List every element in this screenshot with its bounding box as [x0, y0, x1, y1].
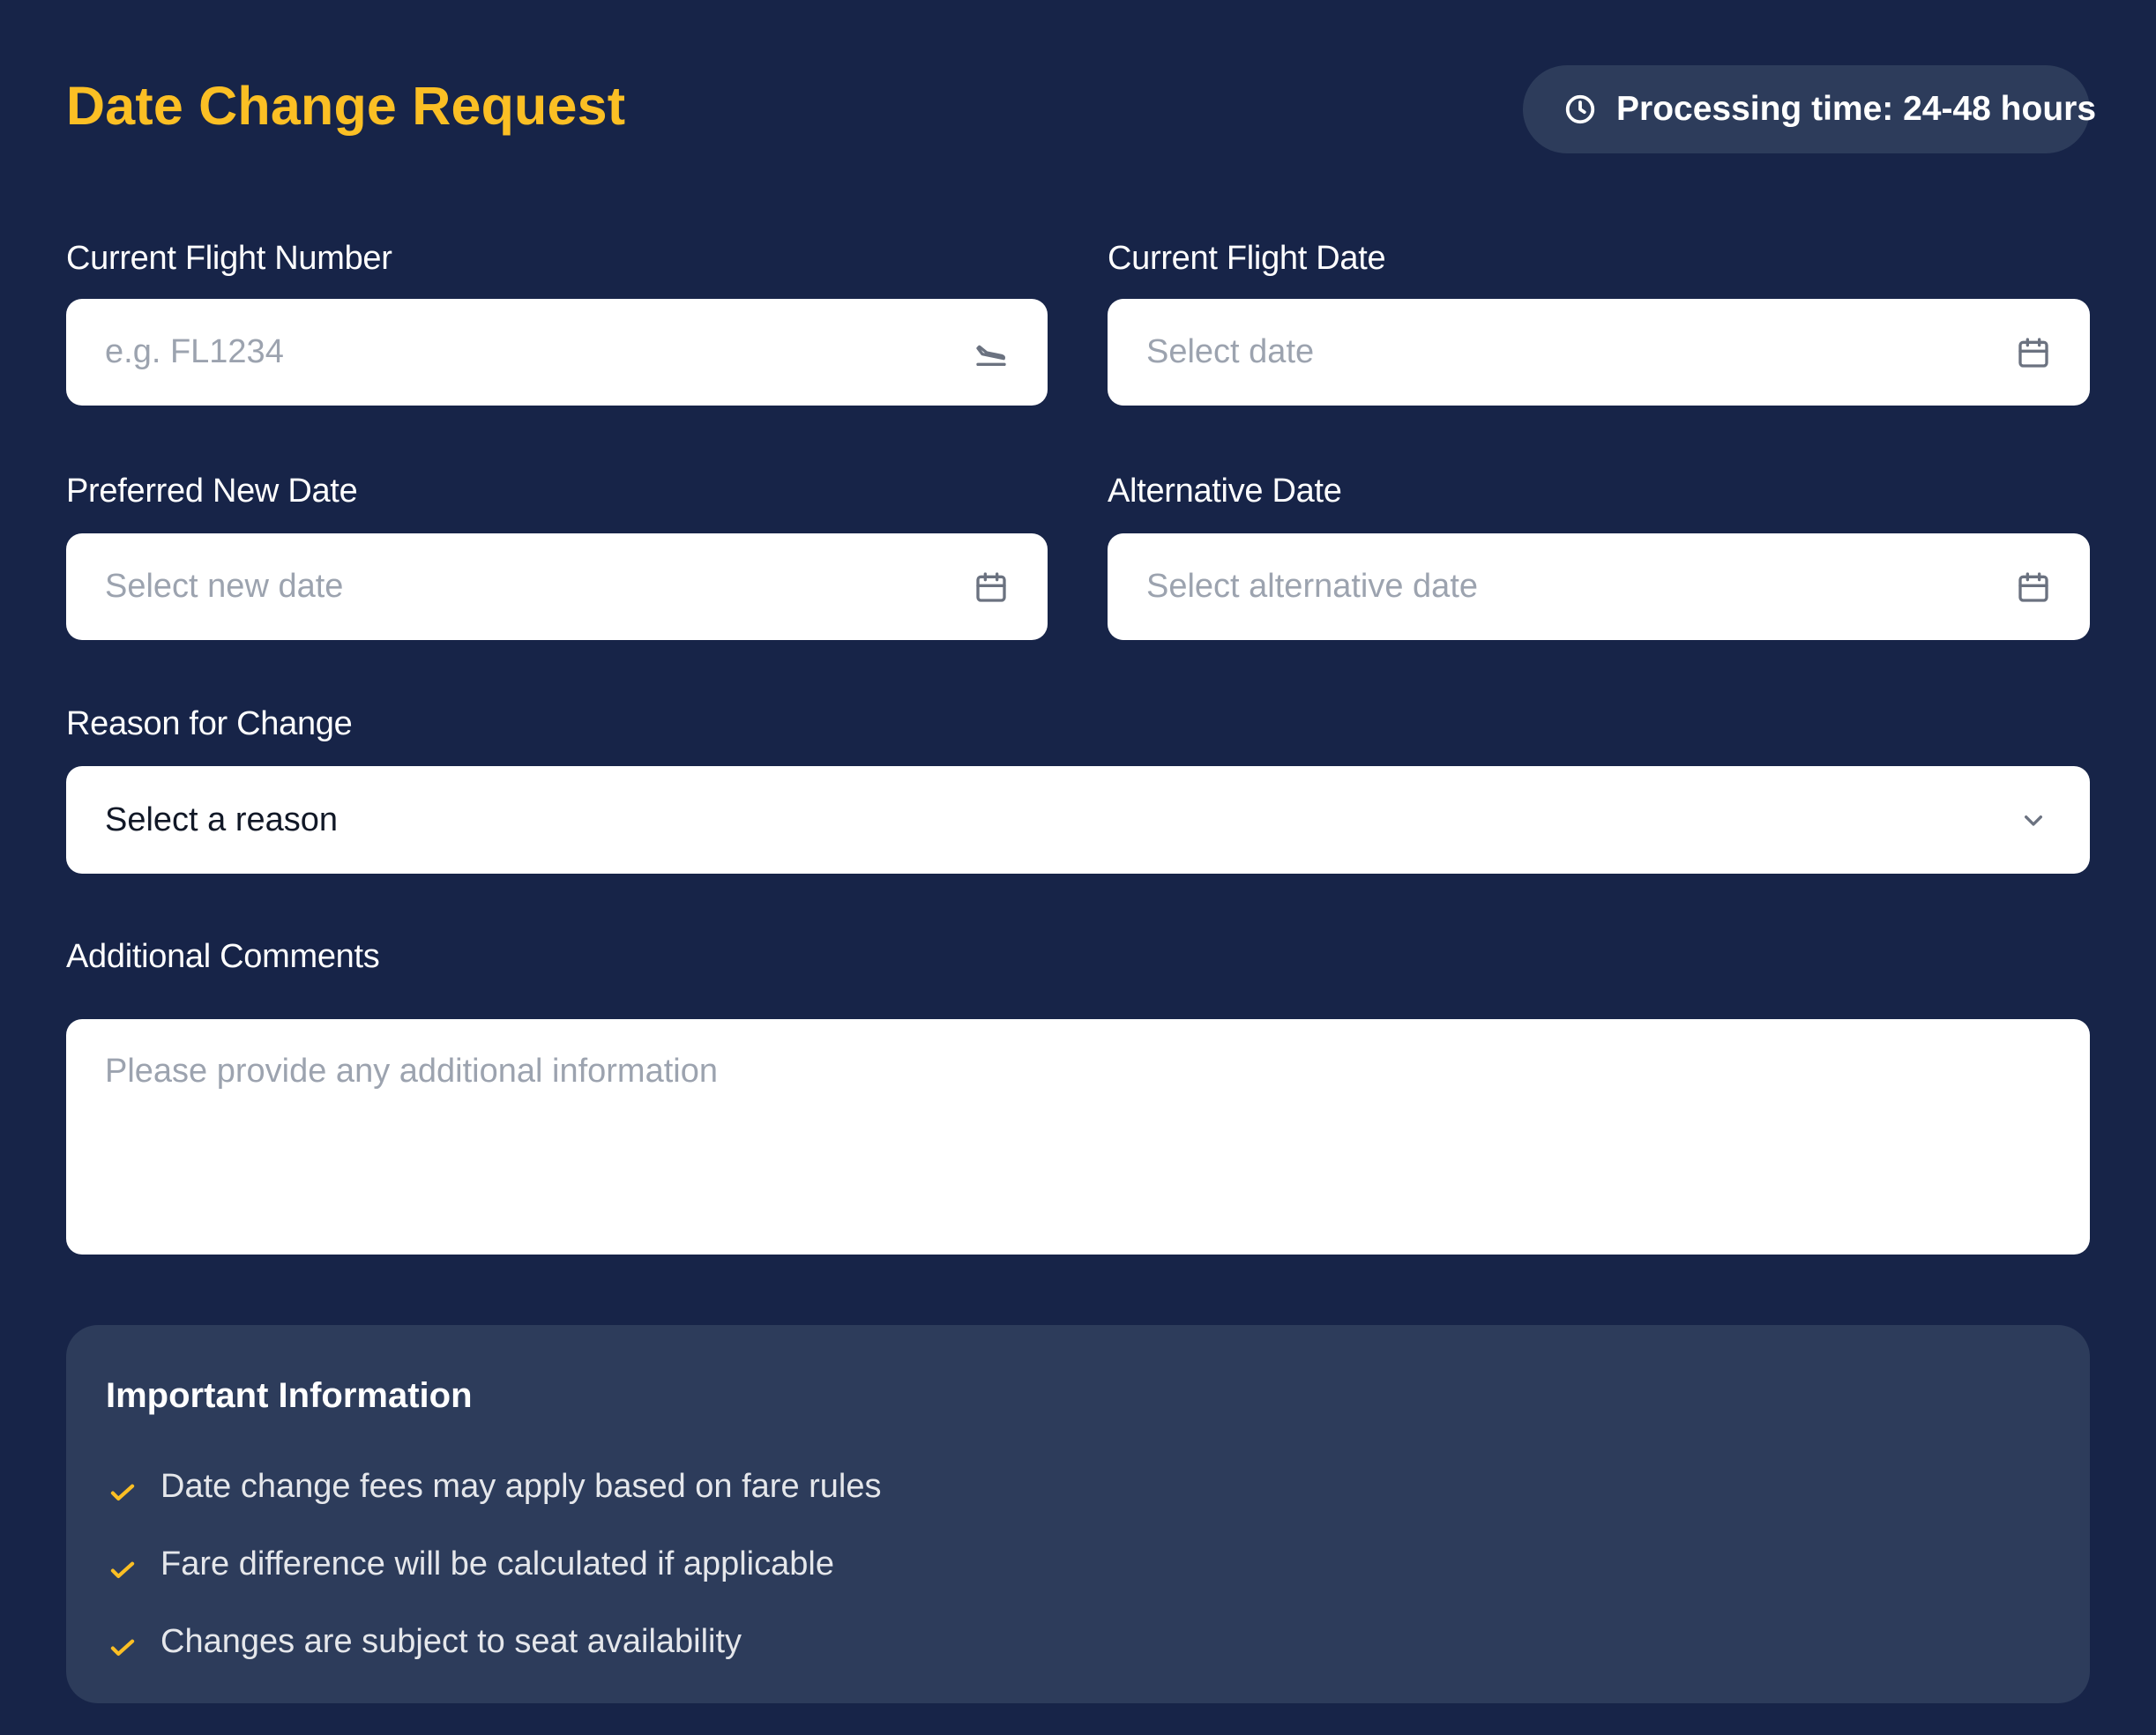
comments-field[interactable]	[66, 1019, 2090, 1255]
reason-selected-value[interactable]: Select a reason	[105, 801, 1998, 839]
reason-select[interactable]: Select a reason	[66, 766, 2090, 874]
current-flight-number-input[interactable]	[105, 333, 956, 371]
comments-label: Additional Comments	[66, 938, 380, 975]
list-item: Changes are subject to seat availability	[106, 1603, 2050, 1680]
list-item: Date change fees may apply based on fare…	[106, 1448, 2050, 1525]
alternative-date-field[interactable]	[1108, 533, 2090, 640]
check-icon	[106, 1553, 139, 1586]
calendar-icon[interactable]	[974, 570, 1009, 605]
current-flight-number-field[interactable]	[66, 299, 1048, 406]
current-flight-date-input[interactable]	[1146, 333, 1998, 371]
check-icon	[106, 1475, 139, 1508]
current-flight-date-label: Current Flight Date	[1108, 240, 1386, 277]
important-info-title: Important Information	[106, 1376, 473, 1415]
important-info-card: Important Information Date change fees m…	[66, 1325, 2090, 1703]
important-info-list: Date change fees may apply based on fare…	[106, 1448, 2050, 1680]
processing-time-text: Processing time: 24-48 hours	[1616, 90, 2097, 128]
preferred-new-date-field[interactable]	[66, 533, 1048, 640]
chevron-down-icon[interactable]	[2016, 802, 2051, 838]
check-icon	[106, 1630, 139, 1664]
list-item-text: Changes are subject to seat availability	[160, 1622, 742, 1660]
preferred-new-date-input[interactable]	[105, 568, 956, 606]
comments-textarea[interactable]	[105, 1053, 2051, 1211]
page-title: Date Change Request	[66, 76, 626, 136]
alternative-date-label: Alternative Date	[1108, 473, 1342, 510]
processing-time-badge: Processing time: 24-48 hours	[1523, 65, 2096, 153]
calendar-icon[interactable]	[2016, 335, 2051, 370]
clock-icon	[1563, 93, 1597, 126]
current-flight-number-label: Current Flight Number	[66, 240, 392, 277]
list-item-text: Date change fees may apply based on fare…	[160, 1467, 882, 1505]
reason-label: Reason for Change	[66, 705, 353, 742]
current-flight-date-field[interactable]	[1108, 299, 2090, 406]
alternative-date-input[interactable]	[1146, 568, 1998, 606]
list-item: Fare difference will be calculated if ap…	[106, 1525, 2050, 1603]
calendar-icon[interactable]	[2016, 570, 2051, 605]
date-change-panel: Date Change Request Processing time: 24-…	[0, 0, 2156, 1735]
preferred-new-date-label: Preferred New Date	[66, 473, 358, 510]
list-item-text: Fare difference will be calculated if ap…	[160, 1545, 834, 1582]
plane-landing-icon	[974, 335, 1009, 370]
